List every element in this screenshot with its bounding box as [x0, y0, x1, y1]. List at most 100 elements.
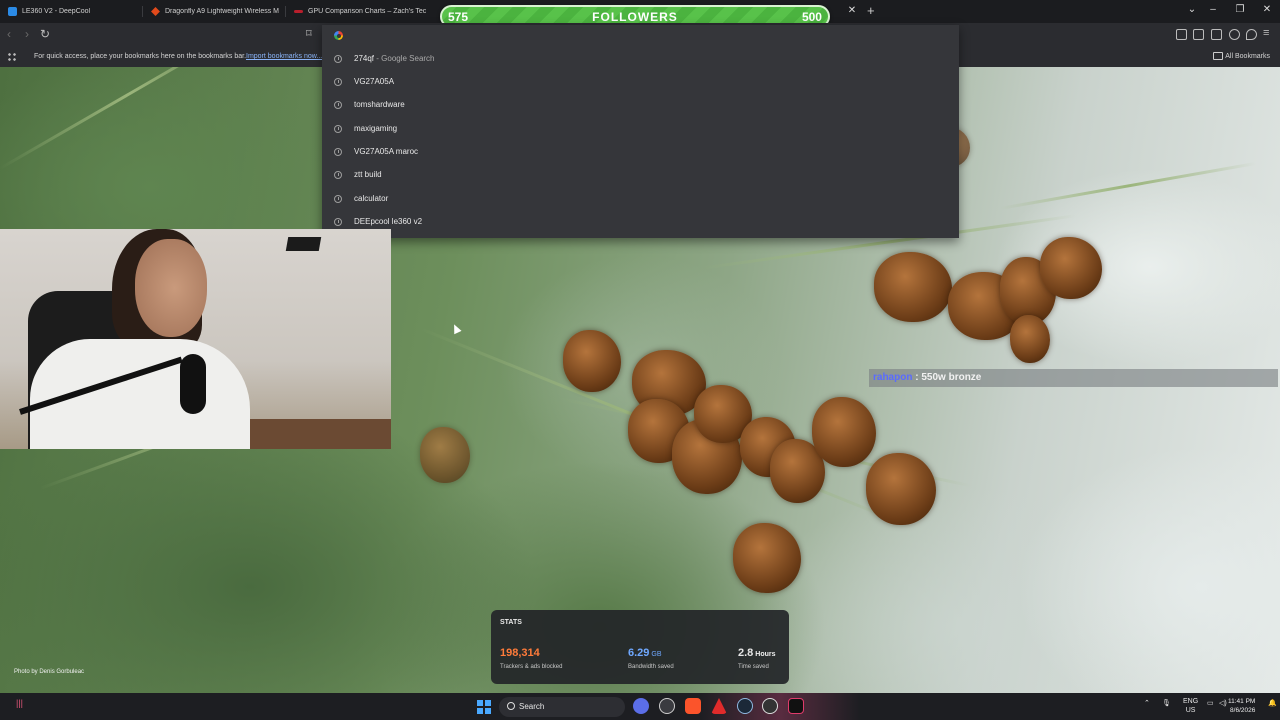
chat-username: rahapon [873, 372, 913, 383]
history-clock-icon [334, 217, 342, 226]
tab-dragonfly[interactable]: Dragonfly A9 Lightweight Wireless M [143, 0, 286, 23]
close-tab-icon[interactable]: ✕ [846, 5, 858, 16]
region-code: US [1185, 707, 1196, 714]
history-clock-icon [334, 147, 342, 156]
network-icon[interactable]: ▭ [1207, 699, 1214, 707]
folder-icon [1213, 52, 1223, 60]
history-clock-icon [334, 100, 342, 109]
show-hidden-icons-chevron-icon[interactable]: ⌃ [1144, 699, 1150, 707]
followers-title: FOLLOWERS [592, 9, 678, 24]
stat-bandwidth: 6.29 GB Bandwidth saved [628, 643, 674, 670]
volume-icon[interactable]: ◁) [1219, 699, 1227, 707]
import-bookmarks-link[interactable]: Import bookmarks now... [246, 53, 322, 60]
suggestion-text: VG27A05A [354, 77, 395, 86]
suggestion-item[interactable]: DEEpcool le360 v2 [322, 210, 959, 233]
stat-label: Trackers & ads blocked [500, 664, 563, 670]
suggestion-text: calculator [354, 194, 389, 203]
obs-icon[interactable] [659, 698, 675, 714]
taskbar: ||| Search ⌃ ENG US 🎙 ▭ ◁) 11:41 PM 8/6/2… [0, 693, 1280, 720]
language-code: ENG [1183, 698, 1199, 705]
google-icon [334, 31, 343, 40]
windows-start-icon[interactable] [477, 700, 491, 714]
suggestion-text: maxigaming [354, 124, 398, 133]
tab-label: Dragonfly A9 Lightweight Wireless M [165, 8, 279, 15]
tab-gpu-comparison[interactable]: GPU Comparison Charts – Zach's Tec [286, 0, 429, 23]
wallet-icon[interactable] [1211, 29, 1222, 40]
chat-message: rahapon : 550w bronze [869, 369, 1278, 387]
gpu-site-favicon-icon [294, 10, 303, 13]
minimize-icon[interactable]: – [1206, 4, 1220, 15]
restore-icon[interactable]: ❐ [1233, 4, 1247, 15]
taskbar-search[interactable]: Search [499, 697, 625, 717]
leo-ai-icon[interactable] [1229, 29, 1240, 40]
suggestion-text: tomshardware [354, 100, 405, 109]
stat-label: Time saved [738, 664, 769, 670]
notification-bell-icon[interactable]: 🔔 [1268, 699, 1277, 707]
apps-grid-icon[interactable] [7, 52, 17, 62]
stat-value: 2.8 [738, 647, 754, 659]
new-tab-button[interactable]: + [867, 3, 875, 18]
suggestion-item[interactable]: maxigaming [322, 117, 959, 140]
forward-icon[interactable]: › [25, 27, 29, 41]
stat-value: 198,314 [500, 647, 540, 659]
omnibox-dropdown: 274qf - Google Search VG27A05A tomshardw… [322, 25, 959, 238]
tiktok-icon[interactable] [788, 698, 804, 714]
suggestion-text: 274qf [354, 54, 375, 63]
discord-icon[interactable] [633, 698, 649, 714]
suggestion-item[interactable]: VG27A05A [322, 70, 959, 93]
clock-date: 8/6/2026 [1230, 707, 1256, 714]
chat-text: : 550w bronze [912, 372, 982, 383]
search-label: Search [519, 702, 545, 711]
bookmarks-hint: For quick access, place your bookmarks h… [34, 53, 247, 60]
vpn-shield-icon[interactable] [1246, 29, 1257, 40]
followers-current: 575 [448, 9, 469, 24]
history-clock-icon [334, 170, 342, 179]
suggestion-text: DEEpcool le360 v2 [354, 217, 423, 226]
stat-unit: GB [651, 651, 662, 658]
close-window-icon[interactable]: ✕ [1260, 4, 1274, 15]
stat-time: 2.8 Hours Time saved [738, 643, 776, 670]
tab-search-chevron-icon[interactable]: ⌄ [1185, 4, 1199, 15]
taskbar-clock[interactable]: 11:41 PM 8/6/2026 [1228, 697, 1255, 715]
reload-icon[interactable]: ↻ [40, 27, 50, 41]
history-clock-icon [334, 54, 342, 63]
suggestion-text: ztt build [354, 170, 382, 179]
suggestion-item[interactable]: VG27A05A maroc [322, 140, 959, 163]
suggestion-text: VG27A05A maroc [354, 147, 419, 156]
menu-icon[interactable]: ≡ [1263, 27, 1269, 39]
tab-label: GPU Comparison Charts – Zach's Tec [308, 8, 427, 15]
stats-title: STATS [500, 619, 522, 626]
stats-widget: STATS 198,314 Trackers & ads blocked 6.2… [491, 610, 789, 684]
address-bar-input[interactable] [322, 25, 959, 47]
suggestion-item[interactable]: tomshardware [322, 93, 959, 116]
back-icon[interactable]: ‹ [7, 27, 11, 41]
steam-icon[interactable] [737, 698, 753, 714]
suggestion-item[interactable]: calculator [322, 187, 959, 210]
suggestion-item[interactable]: ztt build [322, 163, 959, 186]
followers-goal: 500 [801, 9, 822, 24]
deepcool-favicon-icon [8, 7, 17, 16]
all-bookmarks-button[interactable]: All Bookmarks [1225, 53, 1270, 60]
dragonfly-favicon-icon [151, 7, 160, 16]
history-clock-icon [334, 194, 342, 203]
tab-deepcool[interactable]: LE360 V2 - DeepCool [0, 0, 143, 23]
extensions-icon[interactable] [1176, 29, 1187, 40]
brave-icon[interactable] [685, 698, 701, 714]
sidebar-icon[interactable] [1193, 29, 1204, 40]
language-indicator[interactable]: ENG US [1183, 697, 1198, 715]
app-icon[interactable] [762, 698, 778, 714]
bookmark-icon[interactable]: ⌑ [306, 27, 312, 40]
suggestion-item[interactable]: 274qf - Google Search [322, 47, 959, 70]
history-clock-icon [334, 124, 342, 133]
microphone-tray-icon[interactable]: 🎙 [1162, 699, 1171, 707]
stat-trackers: 198,314 Trackers & ads blocked [500, 643, 562, 670]
stat-label: Bandwidth saved [628, 664, 674, 670]
stat-unit: Hours [755, 651, 776, 658]
history-clock-icon [334, 77, 342, 86]
suggestion-subtext: - Google Search [374, 54, 435, 63]
photo-credit[interactable]: Photo by Denis Gorbuleac [14, 669, 84, 675]
webcam-overlay [0, 229, 391, 449]
clock-time: 11:41 PM [1228, 698, 1256, 705]
widgets-icon[interactable]: ||| [16, 698, 23, 708]
microphone-icon [180, 354, 206, 414]
